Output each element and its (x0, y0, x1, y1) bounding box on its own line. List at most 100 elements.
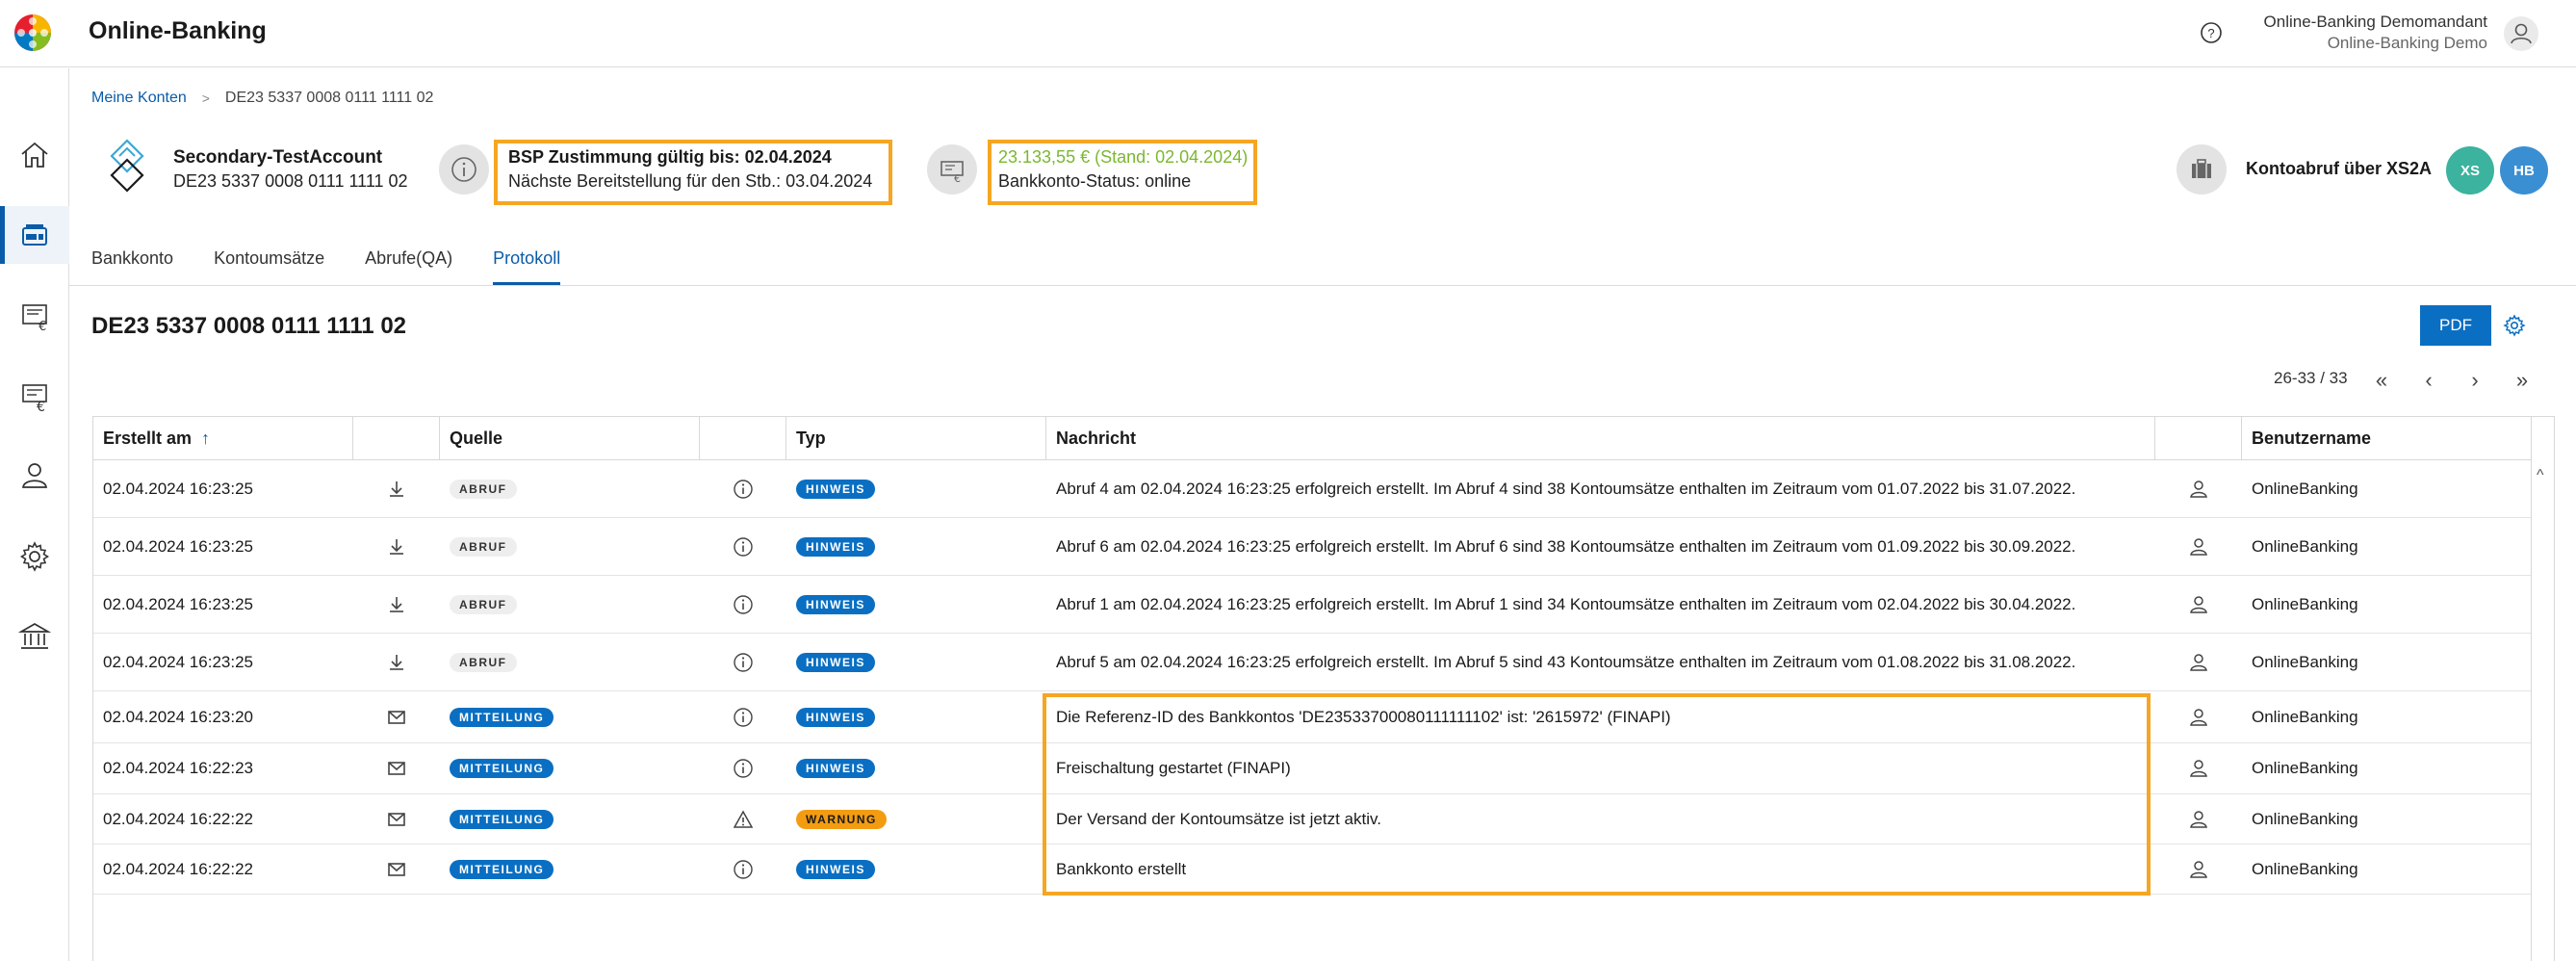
sidebar-item-invoices[interactable]: € (0, 287, 69, 345)
cell-user-icon[interactable] (2155, 576, 2242, 633)
bsp-valid-until: BSP Zustimmung gültig bis: 02.04.2024 (508, 147, 832, 167)
user-icon[interactable] (2188, 536, 2209, 558)
user-icon[interactable] (2188, 479, 2209, 500)
table-row[interactable]: 02.04.2024 16:23:25 ABRUF HINWEIS Abruf 4 a… (93, 460, 2531, 518)
source-badge: ABRUF (450, 536, 517, 557)
cell-kind (353, 794, 440, 844)
invoice-euro-icon: € (22, 304, 47, 333)
info-icon[interactable] (733, 479, 754, 500)
cell-user-icon[interactable] (2155, 844, 2242, 894)
cell-user-icon[interactable] (2155, 634, 2242, 690)
cell-user-icon[interactable] (2155, 794, 2242, 844)
sidebar-item-bank[interactable] (0, 608, 69, 665)
account-diamond-icon (110, 139, 144, 193)
cell-source-info[interactable] (700, 518, 786, 575)
last-page-icon[interactable]: » (2509, 367, 2536, 394)
badge-xs[interactable]: XS (2446, 146, 2494, 195)
cell-type: HINWEIS (796, 691, 1046, 742)
help-icon[interactable]: ? (2198, 19, 2225, 46)
cell-source-info[interactable] (700, 691, 786, 742)
tab-bankkonto[interactable]: Bankkonto (91, 248, 173, 285)
cell-source-info[interactable] (700, 794, 786, 844)
first-page-icon[interactable]: « (2368, 367, 2395, 394)
cell-source-info[interactable] (700, 844, 786, 894)
type-badge: HINWEIS (796, 859, 875, 879)
column-header-username[interactable]: Benutzername (2242, 417, 2531, 460)
mail-icon (386, 809, 407, 830)
cell-kind (353, 844, 440, 894)
download-icon (386, 536, 407, 558)
info-icon[interactable] (733, 859, 754, 880)
cell-kind (353, 460, 440, 517)
user-info[interactable]: Online-Banking Demomandant Online-Bankin… (2264, 12, 2487, 54)
user-icon[interactable] (2188, 707, 2209, 728)
tab-kontoumsaetze[interactable]: Kontoumsätze (214, 248, 324, 285)
cell-user-icon[interactable] (2155, 691, 2242, 742)
info-icon[interactable] (733, 594, 754, 615)
table-row[interactable]: 02.04.2024 16:23:25 ABRUF HINWEIS Abruf 1 a… (93, 576, 2531, 634)
type-badge: HINWEIS (796, 707, 875, 727)
bsp-info-button[interactable] (439, 144, 489, 195)
user-icon[interactable] (2188, 809, 2209, 830)
table-settings-gear-icon[interactable] (2503, 314, 2526, 337)
sidebar-item-accounts[interactable] (0, 206, 69, 264)
column-header-message[interactable]: Nachricht (1046, 417, 2155, 460)
account-tabs: Bankkonto Kontoumsätze Abrufe(QA) Protok… (91, 248, 601, 285)
info-icon[interactable] (733, 536, 754, 558)
sidebar-item-users[interactable] (0, 447, 69, 505)
column-header-source[interactable]: Quelle (440, 417, 700, 460)
breadcrumb: Meine Konten > DE23 5337 0008 0111 1111 … (91, 90, 433, 107)
cell-user-icon[interactable] (2155, 460, 2242, 517)
wallet-icon (22, 224, 47, 246)
user-icon[interactable] (2188, 594, 2209, 615)
tab-protokoll[interactable]: Protokoll (493, 248, 561, 285)
breadcrumb-link-accounts[interactable]: Meine Konten (91, 90, 187, 107)
next-page-icon[interactable]: › (2461, 367, 2488, 394)
app-title: Online-Banking (89, 17, 267, 44)
cell-user-icon[interactable] (2155, 743, 2242, 793)
cell-source-info[interactable] (700, 743, 786, 793)
cell-source: MITTEILUNG (450, 794, 700, 844)
cell-username: OnlineBanking (2252, 479, 2358, 498)
sidebar-item-documents[interactable]: € (0, 367, 69, 425)
tab-abrufe[interactable]: Abrufe(QA) (365, 248, 452, 285)
user-avatar-icon[interactable] (2503, 15, 2539, 52)
cell-source-info[interactable] (700, 460, 786, 517)
column-header-type[interactable]: Typ (786, 417, 1046, 460)
cell-source: MITTEILUNG (450, 743, 700, 793)
user-icon[interactable] (2188, 758, 2209, 779)
user-icon[interactable] (2188, 859, 2209, 880)
sort-arrow-up-icon[interactable]: ↑ (201, 429, 210, 448)
cell-source-info[interactable] (700, 634, 786, 690)
wolters-kluwer-logo-icon[interactable] (13, 13, 52, 52)
column-header-created[interactable]: Erstellt am ↑ (93, 417, 353, 460)
prev-page-icon[interactable]: ‹ (2415, 367, 2442, 394)
document-euro-icon: € (22, 384, 47, 413)
cell-username: OnlineBanking (2252, 707, 2358, 726)
table-scrollbar[interactable]: ^ (2531, 417, 2556, 961)
download-icon (386, 652, 407, 673)
cell-created-at: 02.04.2024 16:22:22 (103, 809, 253, 828)
cell-source: MITTEILUNG (450, 691, 700, 742)
pdf-export-button[interactable]: PDF (2420, 305, 2491, 346)
cell-created-at: 02.04.2024 16:23:20 (103, 707, 253, 726)
message-text: Abruf 1 am 02.04.2024 16:23:25 erfolgrei… (1056, 594, 2076, 613)
type-badge: HINWEIS (796, 594, 875, 614)
cell-source-info[interactable] (700, 576, 786, 633)
scroll-up-icon[interactable]: ^ (2537, 467, 2544, 484)
cell-source: ABRUF (450, 518, 700, 575)
cell-created-at: 02.04.2024 16:22:22 (103, 859, 253, 878)
table-row[interactable]: 02.04.2024 16:23:25 ABRUF HINWEIS Abruf 6 a… (93, 518, 2531, 576)
badge-hb[interactable]: HB (2500, 146, 2548, 195)
info-icon[interactable] (733, 652, 754, 673)
table-row[interactable]: 02.04.2024 16:23:25 ABRUF HINWEIS Abruf 5 a… (93, 634, 2531, 691)
cell-user-icon[interactable] (2155, 518, 2242, 575)
column-header-user-icon (2155, 417, 2242, 460)
info-icon[interactable] (733, 707, 754, 728)
sidebar-item-home[interactable] (0, 126, 69, 184)
warning-icon[interactable] (733, 809, 754, 830)
sidebar-item-settings[interactable] (0, 528, 69, 585)
info-icon[interactable] (733, 758, 754, 779)
user-icon[interactable] (2188, 652, 2209, 673)
chevron-right-icon: > (201, 91, 210, 106)
